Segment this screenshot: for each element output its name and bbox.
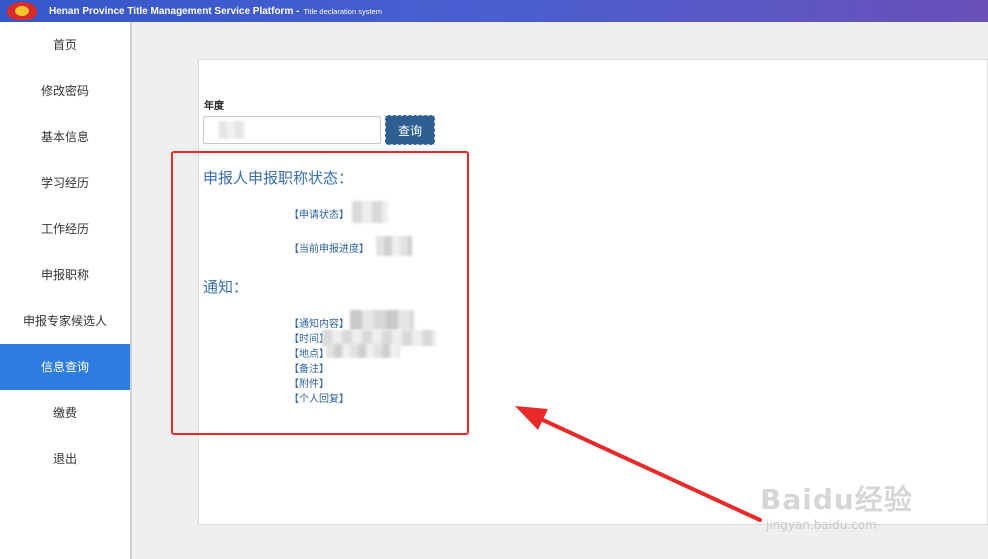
watermark-logo: Baidu经验	[760, 483, 913, 516]
watermark-url: jingyan.baidu.com	[766, 518, 877, 532]
baidu-watermark: Baidu经验 jingyan.baidu.com	[760, 478, 940, 538]
red-arrow-icon	[515, 406, 762, 522]
